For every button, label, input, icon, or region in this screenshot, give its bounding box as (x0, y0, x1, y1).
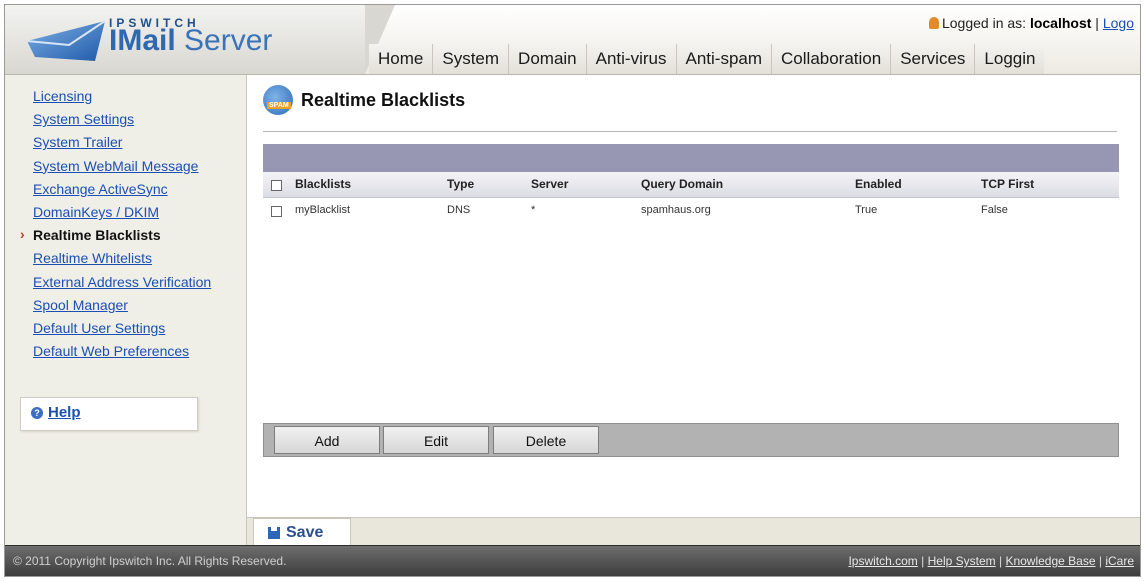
column-header-tcp-first[interactable]: TCP First (981, 172, 1034, 197)
sidebar-item-default-user-settings[interactable]: Default User Settings (33, 317, 211, 340)
sidebar-item-system-trailer[interactable]: System Trailer (33, 131, 211, 154)
brand-product: IMail Server (109, 24, 273, 57)
column-header-type[interactable]: Type (447, 172, 474, 197)
footer-link-icare[interactable]: iCare (1105, 554, 1134, 568)
spam-globe-icon: SPAM (263, 85, 293, 115)
sidebar-item-default-web-preferences[interactable]: Default Web Preferences (33, 340, 211, 363)
cell-type: DNS (447, 204, 471, 216)
table-row[interactable]: myBlacklist DNS * spamhaus.org True Fals… (263, 198, 1119, 224)
cell-query-domain: spamhaus.org (641, 204, 711, 216)
help-button[interactable]: ? Help (20, 397, 198, 431)
sidebar-item-system-webmail-message[interactable]: System WebMail Message (33, 155, 211, 178)
column-header-blacklists[interactable]: Blacklists (295, 172, 351, 197)
sidebar-item-domainkeys-dkim[interactable]: DomainKeys / DKIM (33, 201, 211, 224)
tab-anti-virus[interactable]: Anti-virus (585, 44, 676, 74)
cell-server: * (531, 204, 536, 216)
copyright: © 2011 Copyright Ipswitch Inc. All Right… (13, 554, 287, 568)
main-content: SPAM Realtime Blacklists Blacklists Type… (247, 75, 1140, 547)
column-header-server[interactable]: Server (531, 172, 568, 197)
footer: © 2011 Copyright Ipswitch Inc. All Right… (5, 545, 1140, 576)
user-icon (928, 17, 939, 29)
tab-services[interactable]: Services (890, 44, 975, 74)
sidebar-menu: Licensing System Settings System Trailer… (5, 85, 211, 363)
select-all-checkbox[interactable] (271, 180, 282, 191)
row-checkbox[interactable] (271, 206, 282, 217)
grid-toolbar (263, 144, 1119, 172)
help-label[interactable]: Help (48, 404, 81, 421)
footer-link-ipswitch[interactable]: Ipswitch.com (848, 554, 917, 568)
sidebar-item-realtime-blacklists[interactable]: Realtime Blacklists (20, 223, 211, 247)
column-header-enabled[interactable]: Enabled (855, 172, 902, 197)
column-header-query-domain[interactable]: Query Domain (641, 172, 723, 197)
logo: IPSWITCH IMail Server (5, 5, 395, 74)
table-header: Blacklists Type Server Query Domain Enab… (263, 172, 1119, 198)
tab-collaboration[interactable]: Collaboration (771, 44, 891, 74)
sidebar-item-realtime-whitelists[interactable]: Realtime Whitelists (33, 247, 211, 270)
logged-in-user: localhost (1029, 15, 1092, 31)
save-label[interactable]: Save (286, 524, 323, 542)
cell-tcp-first: False (981, 204, 1008, 216)
footer-link-help-system[interactable]: Help System (928, 554, 996, 568)
action-bar: Add Edit Delete (263, 423, 1119, 457)
add-button[interactable]: Add (274, 426, 380, 454)
save-button[interactable]: Save (253, 518, 351, 548)
footer-links: Ipswitch.com | Help System | Knowledge B… (848, 554, 1134, 568)
save-bar: Save (247, 517, 1140, 548)
main-nav: Home System Domain Anti-virus Anti-spam … (369, 44, 1045, 74)
delete-button[interactable]: Delete (493, 426, 599, 454)
tab-domain[interactable]: Domain (508, 44, 586, 74)
envelope-logo-icon (26, 20, 106, 61)
tab-home[interactable]: Home (369, 44, 433, 74)
cell-blacklist-name: myBlacklist (295, 204, 351, 216)
cell-enabled: True (855, 204, 878, 216)
tab-system[interactable]: System (432, 44, 509, 74)
sidebar: Licensing System Settings System Trailer… (5, 75, 247, 547)
save-icon (268, 527, 280, 539)
sidebar-item-system-settings[interactable]: System Settings (33, 108, 211, 131)
edit-button[interactable]: Edit (383, 426, 489, 454)
sidebar-item-external-address-verification[interactable]: External Address Verification (33, 271, 211, 294)
login-status: Logged in as: localhost | Logo (928, 15, 1134, 31)
sidebar-item-exchange-activesync[interactable]: Exchange ActiveSync (33, 178, 211, 201)
header: IPSWITCH IMail Server Logged in as: loca… (5, 5, 1140, 75)
sidebar-item-licensing[interactable]: Licensing (33, 85, 211, 108)
footer-link-knowledge-base[interactable]: Knowledge Base (1005, 554, 1095, 568)
tab-logging[interactable]: Loggin (974, 44, 1045, 74)
help-icon: ? (31, 407, 43, 419)
blacklists-table: Blacklists Type Server Query Domain Enab… (263, 172, 1119, 224)
logout-link[interactable]: Logo (1103, 15, 1134, 31)
page-title: Realtime Blacklists (301, 90, 466, 110)
tab-anti-spam[interactable]: Anti-spam (675, 44, 772, 74)
sidebar-item-spool-manager[interactable]: Spool Manager (33, 294, 211, 317)
title-divider (263, 131, 1117, 132)
app-window: IPSWITCH IMail Server Logged in as: loca… (4, 4, 1141, 577)
